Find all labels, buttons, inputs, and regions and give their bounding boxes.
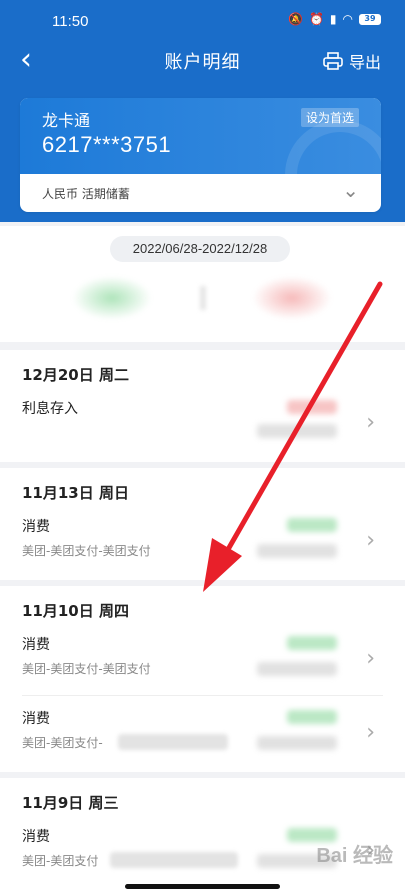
group-date: 11月13日 周日 — [22, 484, 129, 502]
chevron-right-icon: › — [366, 646, 375, 671]
export-button[interactable]: 导出 — [323, 49, 381, 73]
amount-blurred — [287, 710, 337, 724]
signal-icon: ▮ — [329, 12, 337, 26]
chevron-right-icon: › — [366, 528, 375, 553]
row-divider — [22, 695, 383, 696]
date-group: 11月9日 周三 消费 美团-美团支付 › — [0, 778, 405, 892]
home-indicator[interactable] — [125, 884, 280, 889]
amount-blurred — [287, 636, 337, 650]
transaction-merchant: 美团-美团支付 — [22, 854, 99, 868]
printer-icon — [323, 52, 343, 70]
card-name: 龙卡通 — [42, 111, 91, 130]
balance-blurred — [257, 424, 337, 438]
balance-blurred — [257, 662, 337, 676]
expense-summary-blurred — [252, 276, 332, 320]
set-default-button[interactable]: 设为首选 — [300, 108, 359, 127]
transaction-row[interactable]: 利息存入 › — [0, 388, 405, 468]
chevron-right-icon: › — [366, 410, 375, 435]
battery-icon: 39 — [359, 13, 381, 25]
transaction-merchant: 美团-美团支付- — [22, 736, 103, 750]
merchant-blurred — [110, 852, 238, 868]
account-card: 龙卡通 6217***3751 设为首选 人民币 活期储蓄 ⌄ — [20, 98, 381, 212]
transaction-row[interactable]: 消费 美团-美团支付-美团支付 › — [0, 506, 405, 586]
transaction-title: 消费 — [22, 711, 50, 727]
transaction-title: 消费 — [22, 519, 50, 535]
mute-icon: 🔕 — [288, 12, 303, 26]
transaction-merchant: 美团-美团支付-美团支付 — [22, 662, 151, 676]
group-date: 11月9日 周三 — [22, 794, 119, 812]
balance-blurred — [257, 736, 337, 750]
summary-section: 2022/06/28-2022/12/28 — [0, 226, 405, 342]
status-icons: 🔕 ⏰ ▮ ◠ 39 — [288, 12, 381, 26]
transaction-row[interactable]: 消费 美团-美团支付-美团支付 › — [0, 624, 405, 704]
wifi-icon: ◠ — [342, 12, 353, 26]
amount-blurred — [287, 400, 337, 414]
transaction-merchant: 美团-美团支付-美团支付 — [22, 544, 151, 558]
date-group: 11月10日 周四 消费 美团-美团支付-美团支付 › 消费 美团-美团支付- … — [0, 586, 405, 772]
date-group: 11月13日 周日 消费 美团-美团支付-美团支付 › — [0, 468, 405, 580]
transaction-row[interactable]: 消费 美团-美团支付- › — [0, 698, 405, 778]
balance-blurred — [257, 544, 337, 558]
nav-bar: ‹ 账户明细 导出 — [0, 42, 405, 82]
date-range-filter[interactable]: 2022/06/28-2022/12/28 — [110, 236, 290, 262]
status-time: 11:50 — [52, 13, 89, 30]
account-type: 人民币 活期储蓄 — [42, 187, 130, 201]
transaction-title: 利息存入 — [22, 401, 78, 417]
transaction-title: 消费 — [22, 829, 50, 845]
account-type-selector[interactable]: 人民币 活期储蓄 ⌄ — [20, 174, 381, 212]
card-header: 龙卡通 6217***3751 设为首选 — [20, 98, 381, 174]
card-number: 6217***3751 — [42, 132, 172, 157]
chevron-right-icon: › — [366, 720, 375, 745]
group-date: 12月20日 周二 — [22, 366, 129, 384]
export-label: 导出 — [348, 53, 381, 72]
status-bar: 11:50 🔕 ⏰ ▮ ◠ 39 — [0, 0, 405, 42]
watermark: Bai 经验 — [316, 845, 393, 867]
income-summary-blurred — [72, 276, 152, 320]
bank-logo-watermark-icon — [285, 120, 381, 174]
summary-divider — [200, 286, 206, 310]
chevron-down-icon[interactable]: ⌄ — [342, 178, 359, 202]
group-date: 11月10日 周四 — [22, 602, 129, 620]
transaction-title: 消费 — [22, 637, 50, 653]
alarm-icon: ⏰ — [308, 12, 324, 26]
merchant-blurred — [118, 734, 228, 750]
amount-blurred — [287, 518, 337, 532]
date-group: 12月20日 周二 利息存入 › — [0, 350, 405, 462]
